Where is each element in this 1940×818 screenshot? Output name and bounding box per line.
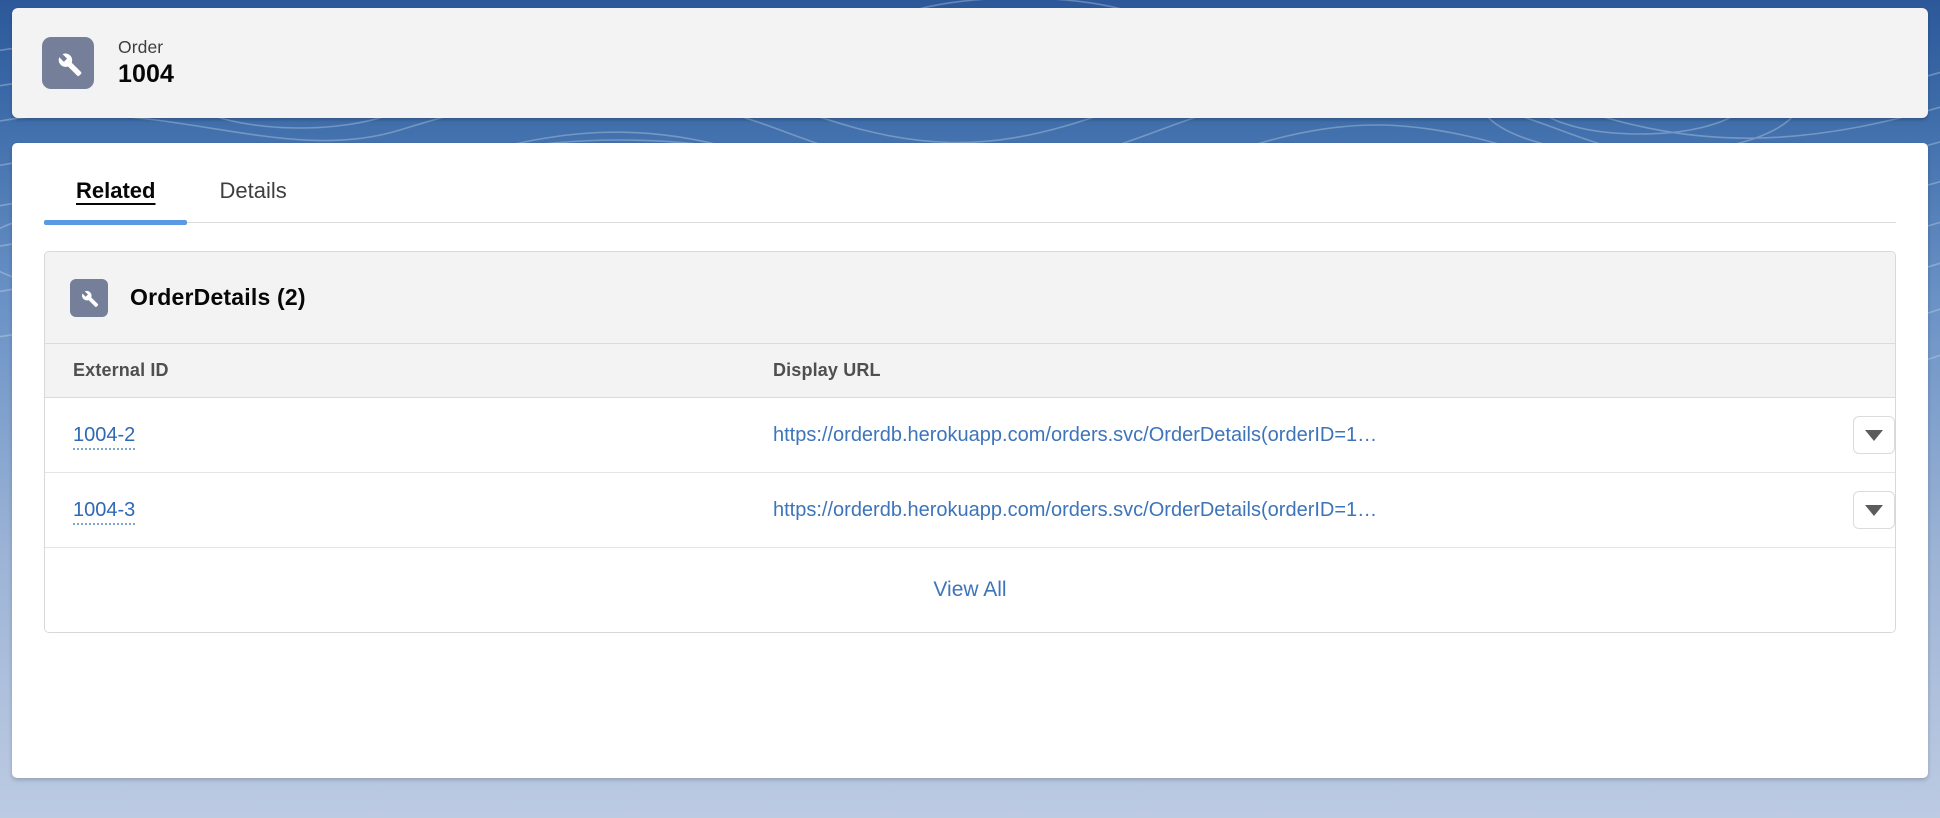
column-header-actions (1817, 344, 1895, 398)
table-row: 1004-2 https://orderdb.herokuapp.com/ord… (45, 397, 1895, 473)
table-row: 1004-3 https://orderdb.herokuapp.com/ord… (45, 472, 1895, 548)
link-external-id[interactable]: 1004-3 (73, 498, 136, 525)
cell-display-url: https://orderdb.herokuapp.com/orders.svc… (745, 472, 1817, 548)
tab-details-label: Details (219, 178, 287, 203)
view-all-button[interactable]: View All (933, 578, 1006, 602)
column-header-display-url[interactable]: Display URL (745, 344, 1817, 398)
related-list-table: External ID Display URL 1004-2 https://o… (45, 344, 1895, 548)
cell-external-id: 1004-3 (45, 472, 745, 548)
tab-related-label: Related (76, 178, 156, 203)
cell-row-actions (1817, 397, 1895, 473)
related-list-header: OrderDetails (2) (45, 252, 1895, 344)
row-actions-button[interactable] (1853, 491, 1895, 529)
chevron-down-icon (1865, 429, 1883, 441)
cell-row-actions (1817, 472, 1895, 548)
related-list-title[interactable]: OrderDetails (2) (130, 284, 306, 311)
record-object-label: Order (118, 37, 164, 58)
related-list-footer: View All (45, 548, 1895, 632)
related-list-orderdetails: OrderDetails (2) External ID Display URL (44, 251, 1896, 633)
link-external-id[interactable]: 1004-2 (73, 423, 136, 450)
tab-related[interactable]: Related (44, 178, 188, 225)
link-display-url[interactable]: https://orderdb.herokuapp.com/orders.svc… (773, 499, 1817, 522)
table-header-row: External ID Display URL (45, 344, 1895, 398)
row-actions-button[interactable] (1853, 416, 1895, 454)
record-detail-card: Related Details OrderDetails (2) Externa… (12, 143, 1928, 778)
chevron-down-icon (1865, 504, 1883, 516)
page-title: 1004 (118, 59, 175, 88)
link-display-url[interactable]: https://orderdb.herokuapp.com/orders.svc… (773, 424, 1817, 447)
cell-display-url: https://orderdb.herokuapp.com/orders.svc… (745, 397, 1817, 473)
wrench-icon (42, 37, 94, 89)
cell-external-id: 1004-2 (45, 397, 745, 473)
tab-details[interactable]: Details (187, 178, 318, 222)
wrench-icon (70, 278, 108, 317)
record-tabset: Related Details (44, 143, 1896, 225)
record-highlights-panel: Order 1004 (12, 8, 1928, 118)
column-header-external-id[interactable]: External ID (45, 344, 745, 398)
